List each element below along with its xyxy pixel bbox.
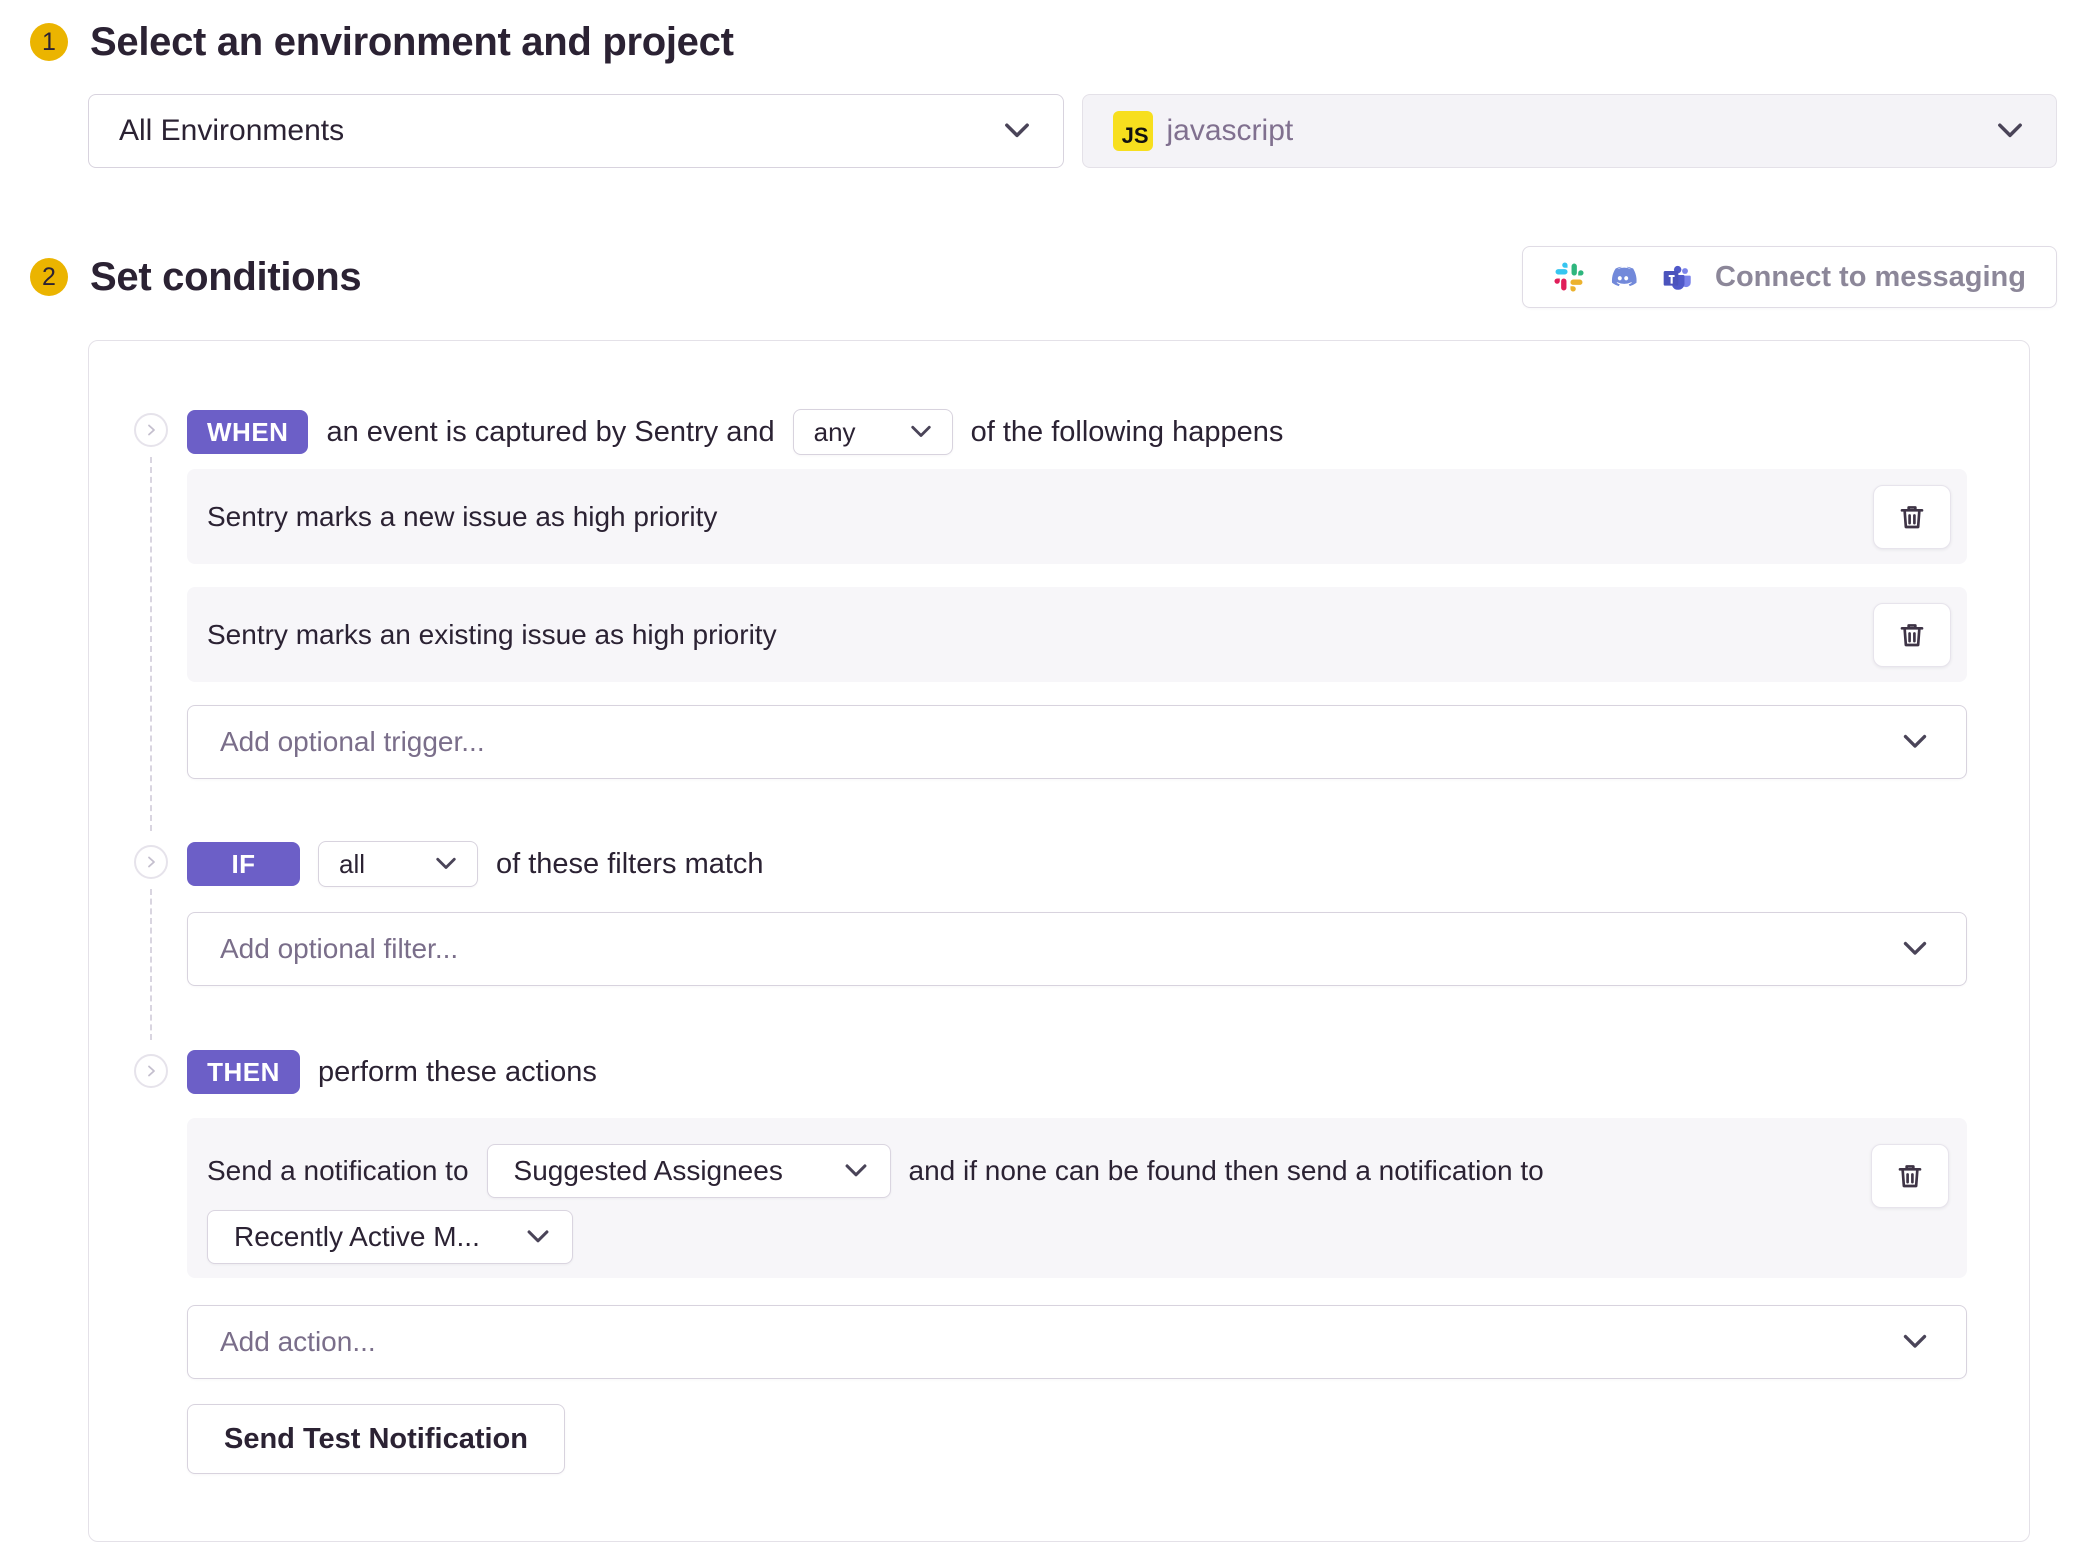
- step1-header: 1 Select an environment and project: [30, 18, 2057, 66]
- delete-condition-button[interactable]: [1873, 603, 1951, 667]
- fallback-target-value: Recently Active M...: [234, 1221, 480, 1253]
- step1-number-badge: 1: [30, 23, 68, 61]
- when-text-after: of the following happens: [971, 416, 1284, 449]
- add-optional-filter-select[interactable]: Add optional filter...: [187, 912, 1967, 986]
- action-text-1: Send a notification to: [207, 1155, 469, 1187]
- condition-row: Sentry marks a new issue as high priorit…: [187, 469, 1967, 564]
- environment-select[interactable]: All Environments: [88, 94, 1064, 168]
- chevron-down-icon: [1900, 934, 1930, 964]
- condition-label: Sentry marks a new issue as high priorit…: [207, 501, 717, 533]
- then-text-after: perform these actions: [318, 1056, 597, 1089]
- chevron-down-icon: [908, 419, 934, 445]
- step2-number-badge: 2: [30, 258, 68, 296]
- if-badge: IF: [187, 842, 300, 886]
- if-match-select[interactable]: all: [318, 841, 478, 887]
- discord-icon: [1607, 261, 1639, 293]
- if-section: IF all of these filters match Add option…: [134, 841, 1967, 986]
- action-text-2: and if none can be found then send a not…: [909, 1155, 1544, 1187]
- environment-select-value: All Environments: [119, 114, 344, 148]
- add-action-placeholder: Add action...: [220, 1326, 376, 1358]
- when-badge: WHEN: [187, 410, 308, 454]
- step1-title: Select an environment and project: [90, 20, 734, 65]
- slack-icon: [1553, 261, 1585, 293]
- add-optional-trigger-placeholder: Add optional trigger...: [220, 726, 485, 758]
- condition-label: Sentry marks an existing issue as high p…: [207, 619, 777, 651]
- teams-icon: [1661, 261, 1693, 293]
- environment-project-row: All Environments JS javascript: [88, 94, 2057, 168]
- js-icon: JS: [1113, 111, 1153, 151]
- connector-line: [150, 889, 152, 1040]
- when-collapse-toggle[interactable]: [134, 413, 168, 447]
- notify-target-value: Suggested Assignees: [514, 1155, 783, 1187]
- delete-condition-button[interactable]: [1873, 485, 1951, 549]
- trash-icon: [1894, 1160, 1926, 1192]
- chevron-down-icon: [842, 1157, 870, 1185]
- when-section: WHEN an event is captured by Sentry and …: [134, 409, 1967, 779]
- conditions-panel: WHEN an event is captured by Sentry and …: [88, 340, 2030, 1542]
- add-optional-filter-placeholder: Add optional filter...: [220, 933, 458, 965]
- when-text-before: an event is captured by Sentry and: [326, 416, 774, 449]
- chevron-right-icon: [143, 1063, 159, 1079]
- notify-target-select[interactable]: Suggested Assignees: [487, 1144, 891, 1198]
- chevron-right-icon: [143, 854, 159, 870]
- action-row: Send a notification to Suggested Assigne…: [187, 1118, 1967, 1278]
- chevron-down-icon: [433, 851, 459, 877]
- project-select[interactable]: JS javascript: [1082, 94, 2058, 168]
- add-action-select[interactable]: Add action...: [187, 1305, 1967, 1379]
- send-test-notification-button[interactable]: Send Test Notification: [187, 1404, 565, 1474]
- chevron-down-icon: [524, 1223, 552, 1251]
- step2-title: Set conditions: [90, 255, 361, 300]
- step2-header: 2 Set conditions: [30, 253, 361, 301]
- then-section: THEN perform these actions Send a notifi…: [134, 1050, 1967, 1474]
- connector-line: [150, 457, 152, 831]
- chevron-right-icon: [143, 422, 159, 438]
- chevron-down-icon: [1001, 115, 1033, 147]
- trash-icon: [1896, 619, 1928, 651]
- connect-to-messaging-label: Connect to messaging: [1715, 261, 2026, 294]
- trash-icon: [1896, 501, 1928, 533]
- when-match-select[interactable]: any: [793, 409, 953, 455]
- chevron-down-icon: [1994, 115, 2026, 147]
- condition-row: Sentry marks an existing issue as high p…: [187, 587, 1967, 682]
- if-match-value: all: [339, 849, 365, 880]
- then-collapse-toggle[interactable]: [134, 1054, 168, 1088]
- connect-to-messaging-button[interactable]: Connect to messaging: [1522, 246, 2057, 308]
- add-optional-trigger-select[interactable]: Add optional trigger...: [187, 705, 1967, 779]
- project-select-value: javascript: [1167, 114, 1294, 148]
- then-badge: THEN: [187, 1050, 300, 1094]
- if-text-after: of these filters match: [496, 848, 764, 881]
- chevron-down-icon: [1900, 727, 1930, 757]
- chevron-down-icon: [1900, 1327, 1930, 1357]
- fallback-target-select[interactable]: Recently Active M...: [207, 1210, 573, 1264]
- if-collapse-toggle[interactable]: [134, 845, 168, 879]
- delete-action-button[interactable]: [1871, 1144, 1949, 1208]
- when-match-value: any: [814, 417, 856, 448]
- alert-rule-builder: 1 Select an environment and project All …: [0, 0, 2080, 1544]
